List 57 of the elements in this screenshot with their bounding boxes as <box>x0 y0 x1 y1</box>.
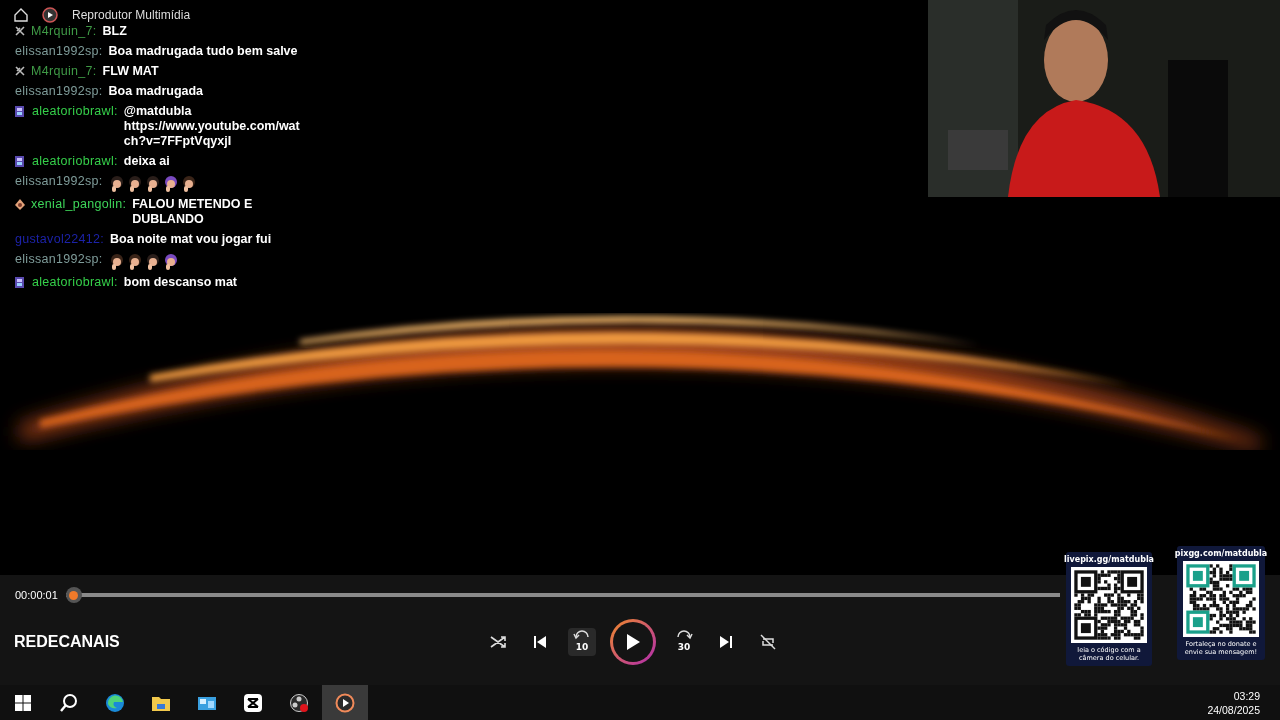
elapsed-time: 00:00:01 <box>15 589 58 601</box>
chat-message: deixa ai <box>123 154 171 169</box>
emote-icon <box>108 176 125 192</box>
chat-username: aleatoriobrawl: <box>32 275 118 290</box>
previous-icon <box>532 634 548 650</box>
chat-message: FALOU METENDO E DUBLANDO <box>132 197 254 227</box>
emote-icon <box>162 254 179 270</box>
editor-app-icon <box>243 692 263 713</box>
home-icon[interactable] <box>14 8 28 22</box>
subscriber-badge-icon <box>15 277 24 288</box>
emote-icon <box>144 254 161 270</box>
emote-icon <box>144 176 161 192</box>
media-player-icon <box>42 7 58 23</box>
chat-username: M4rquin_7: <box>31 24 97 39</box>
chat-message: @matdubla https://www.youtube.com/watch?v=7FFptVqyxjI <box>123 104 300 149</box>
subscriber-badge-icon <box>15 156 24 167</box>
media-title: REDECANAIS <box>14 633 121 651</box>
sword-badge-icon <box>15 26 25 36</box>
sword-badge-icon <box>15 66 25 76</box>
shuffle-icon <box>489 633 507 651</box>
search-icon <box>59 692 79 713</box>
seek-thumb[interactable] <box>65 587 82 603</box>
recorder-icon <box>289 692 309 713</box>
subscriber-badge-icon <box>15 106 24 117</box>
chat-username: aleatoriobrawl: <box>32 154 118 169</box>
chat-message: BLZ <box>102 24 128 39</box>
emote-icon <box>126 254 143 270</box>
chat-username: xenial_pangolin: <box>31 197 127 212</box>
chat-username: elissan1992sp: <box>15 252 103 267</box>
emote-icon <box>126 176 143 192</box>
emote-icon <box>180 176 197 192</box>
chat-username: M4rquin_7: <box>31 64 97 79</box>
emote-icon <box>108 254 125 270</box>
forward-button[interactable]: 30 <box>670 628 698 656</box>
chat-username: elissan1992sp: <box>15 174 103 189</box>
clock-date: 24/08/2025 <box>1207 702 1260 717</box>
chat-message: Boa madrugada <box>108 84 205 99</box>
emote-icon <box>162 176 179 192</box>
browser-icon <box>105 692 125 713</box>
chat-username: gustavol22412: <box>15 232 104 247</box>
gem-badge-icon <box>15 199 25 210</box>
windows-logo-icon <box>13 692 33 713</box>
taskbar-button[interactable] <box>322 685 368 720</box>
clock-time: 03:29 <box>1233 688 1260 703</box>
chat-username: elissan1992sp: <box>15 44 103 59</box>
chat-message: FLW MAT <box>102 64 160 79</box>
window-title: Reprodutor Multimídia <box>72 8 191 22</box>
chat-message: Boa noite mat vou jogar fui <box>110 232 273 247</box>
media-player-icon <box>335 692 355 713</box>
chat-username: elissan1992sp: <box>15 84 103 99</box>
chat-username: aleatoriobrawl: <box>32 104 118 119</box>
rewind-button[interactable]: 10 <box>568 628 596 656</box>
next-icon <box>718 634 734 650</box>
repeat-off-icon <box>759 633 777 651</box>
chat-message: bom descanso mat <box>123 275 239 290</box>
chat-message: Boa madrugada tudo bem salve <box>108 44 299 59</box>
play-icon <box>625 633 641 651</box>
